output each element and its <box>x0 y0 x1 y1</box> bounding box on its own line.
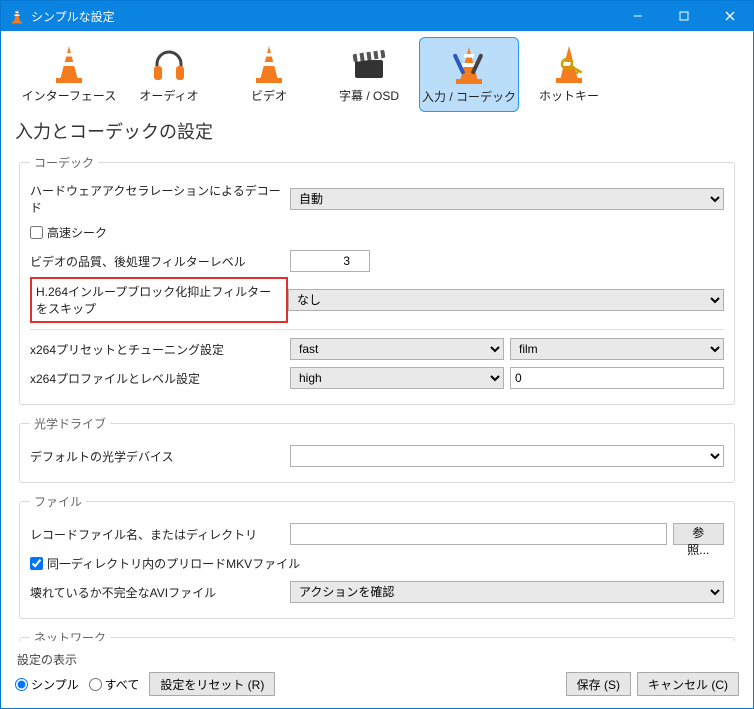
group-codec-legend: コーデック <box>30 154 98 171</box>
preload-mkv-checkbox[interactable]: 同一ディレクトリ内のプリロードMKVファイル <box>30 555 300 572</box>
tab-audio-label: オーディオ <box>121 87 217 104</box>
group-codec: コーデック ハードウェアアクセラレーションによるデコード 自動 高速シーク ビデ… <box>19 154 735 405</box>
tab-interface[interactable]: インターフェース <box>19 37 119 112</box>
group-optical: 光学ドライブ デフォルトの光学デバイス <box>19 415 735 483</box>
tab-audio[interactable]: オーディオ <box>119 37 219 112</box>
minimize-button[interactable] <box>615 1 661 31</box>
x264-level-input[interactable] <box>510 367 724 389</box>
x264-profile-select[interactable]: high <box>290 367 504 389</box>
tab-input-codecs[interactable]: 入力 / コーデック <box>419 37 519 112</box>
tab-hotkeys-label: ホットキー <box>521 87 617 104</box>
group-network: ネットワーク デフォルトキャッシュポリシー 通常 HTTPプロキシーのURL L… <box>19 629 735 641</box>
group-file-legend: ファイル <box>30 493 86 510</box>
x264-preset-label: x264プリセットとチューニング設定 <box>30 341 290 358</box>
tab-video[interactable]: ビデオ <box>219 37 319 112</box>
titlebar: シンプルな設定 <box>1 1 753 31</box>
pp-quality-spinbox[interactable] <box>290 250 370 272</box>
record-dir-label: レコードファイル名、またはディレクトリ <box>30 526 290 543</box>
hw-decode-select[interactable]: 自動 <box>290 188 724 210</box>
cone-icon <box>221 41 317 87</box>
group-file: ファイル レコードファイル名、またはディレクトリ 参照... 同一ディレクトリ内… <box>19 493 735 619</box>
show-simple-radio[interactable]: シンプル <box>15 676 79 693</box>
show-settings-label: 設定の表示 <box>17 651 275 668</box>
settings-window: シンプルな設定 インターフェース オーディオ <box>0 0 754 709</box>
x264-tune-select[interactable]: film <box>510 338 724 360</box>
show-all-radio[interactable]: すべて <box>89 676 140 693</box>
tab-interface-label: インターフェース <box>21 87 117 104</box>
group-optical-legend: 光学ドライブ <box>30 415 110 432</box>
settings-scroll[interactable]: コーデック ハードウェアアクセラレーションによるデコード 自動 高速シーク ビデ… <box>11 148 743 641</box>
cancel-button[interactable]: キャンセル (C) <box>637 672 739 696</box>
category-tabs: インターフェース オーディオ ビデオ 字幕 / OSD <box>11 31 743 112</box>
h264-skip-label: H.264インループブロック化抑止フィルターをスキップ <box>30 277 288 323</box>
optical-device-select[interactable] <box>290 445 724 467</box>
headphones-icon <box>121 41 217 87</box>
fast-seek-input[interactable] <box>30 226 43 239</box>
tab-video-label: ビデオ <box>221 87 317 104</box>
tab-hotkeys[interactable]: ホットキー <box>519 37 619 112</box>
clapper-icon <box>321 41 417 87</box>
reset-button[interactable]: 設定をリセット (R) <box>149 672 275 696</box>
pp-quality-label: ビデオの品質、後処理フィルターレベル <box>30 253 290 270</box>
save-button[interactable]: 保存 (S) <box>566 672 631 696</box>
record-dir-input[interactable] <box>290 523 667 545</box>
page-title: 入力とコーデックの設定 <box>15 118 743 144</box>
cone-icon <box>21 41 117 87</box>
bottom-bar: 設定の表示 シンプル すべて 設定をリセット (R) 保存 (S) キャンセル … <box>1 641 753 708</box>
hw-decode-label: ハードウェアアクセラレーションによるデコード <box>30 182 290 216</box>
cone-key-icon <box>521 41 617 87</box>
vlc-cone-icon <box>9 8 25 24</box>
h264-skip-select[interactable]: なし <box>288 289 724 311</box>
x264-preset-select[interactable]: fast <box>290 338 504 360</box>
preload-mkv-input[interactable] <box>30 557 43 570</box>
optical-device-label: デフォルトの光学デバイス <box>30 448 290 465</box>
maximize-button[interactable] <box>661 1 707 31</box>
tab-input-codecs-label: 入力 / コーデック <box>422 88 516 105</box>
damaged-avi-select[interactable]: アクションを確認 <box>290 581 724 603</box>
fast-seek-checkbox[interactable]: 高速シーク <box>30 224 107 241</box>
close-button[interactable] <box>707 1 753 31</box>
tab-subtitles-label: 字幕 / OSD <box>321 87 417 104</box>
browse-button[interactable]: 参照... <box>673 523 724 545</box>
window-title: シンプルな設定 <box>31 8 615 25</box>
x264-profile-label: x264プロファイルとレベル設定 <box>30 370 290 387</box>
damaged-avi-label: 壊れているか不完全なAVIファイル <box>30 584 290 601</box>
tab-subtitles[interactable]: 字幕 / OSD <box>319 37 419 112</box>
cone-tools-icon <box>422 42 516 88</box>
group-network-legend: ネットワーク <box>30 629 110 641</box>
